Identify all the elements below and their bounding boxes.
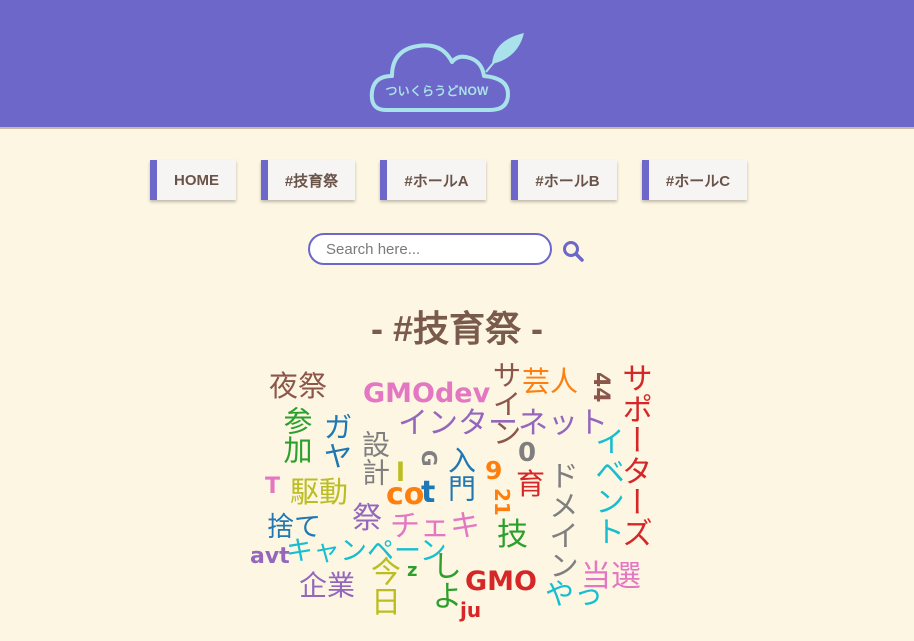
nav-item-hall-c[interactable]: #ホールC [642,160,747,200]
nav-item-gikusai[interactable]: #技育祭 [261,160,355,200]
nav-item-home[interactable]: HOME [150,160,236,200]
cloud-logo-icon [369,33,524,112]
word-cloud-term[interactable]: avt [250,546,290,568]
word-cloud-term[interactable]: 44 [588,372,613,403]
word-cloud-term[interactable]: 設計 [358,430,391,486]
word-cloud-term[interactable]: z [407,562,417,580]
word-cloud-term[interactable]: 参加 [279,406,313,464]
word-cloud-term[interactable]: 21 [490,488,514,516]
nav-item-hall-a[interactable]: #ホールA [380,160,486,200]
word-cloud-term[interactable]: しよ [426,550,461,610]
word-cloud-term[interactable]: イベント [589,426,624,546]
search-icon [563,241,584,262]
word-cloud-term[interactable]: 0 [518,440,536,466]
word-cloud-term[interactable]: 企業 [299,572,355,600]
word-cloud-term[interactable]: 今日 [365,556,400,616]
word-cloud-term[interactable]: 当選 [581,562,641,592]
word-cloud-term[interactable]: 育 [516,470,545,499]
search-input[interactable] [308,233,552,265]
search-button[interactable] [561,239,585,263]
logo-text: ついくらうどNOW [385,84,489,98]
word-cloud-term[interactable]: 9 [485,458,502,483]
word-cloud-term[interactable]: 入門 [444,446,477,502]
logo[interactable]: ついくらうどNOW [366,28,532,118]
word-cloud-term[interactable]: GMO [465,568,537,595]
word-cloud-term[interactable]: 駆動 [290,478,348,507]
word-cloud-term[interactable]: ドメイン [543,460,578,580]
nav-item-hall-b[interactable]: #ホールB [511,160,617,200]
word-cloud-term[interactable]: t [421,478,435,508]
word-cloud-term[interactable]: ju [460,600,481,620]
word-cloud-term[interactable]: ガヤ [319,412,353,470]
word-cloud-term[interactable]: 技 [497,520,528,551]
word-cloud-term[interactable]: 祭 [352,504,382,534]
word-cloud-term[interactable]: GMOdev [363,380,490,407]
main-nav: HOME #技育祭 #ホールA #ホールB #ホールC [0,160,914,200]
word-cloud-term[interactable]: G [417,450,441,466]
word-cloud-term[interactable]: 芸人 [522,368,578,396]
page-title: - #技育祭 - [370,308,543,349]
header-bar: ついくらうどNOW [0,0,914,129]
word-cloud-term[interactable]: co [386,480,424,510]
word-cloud-term[interactable]: インターネット [398,409,608,439]
word-cloud-term[interactable]: 夜祭 [269,372,327,401]
word-cloud-term[interactable]: T [265,476,280,498]
